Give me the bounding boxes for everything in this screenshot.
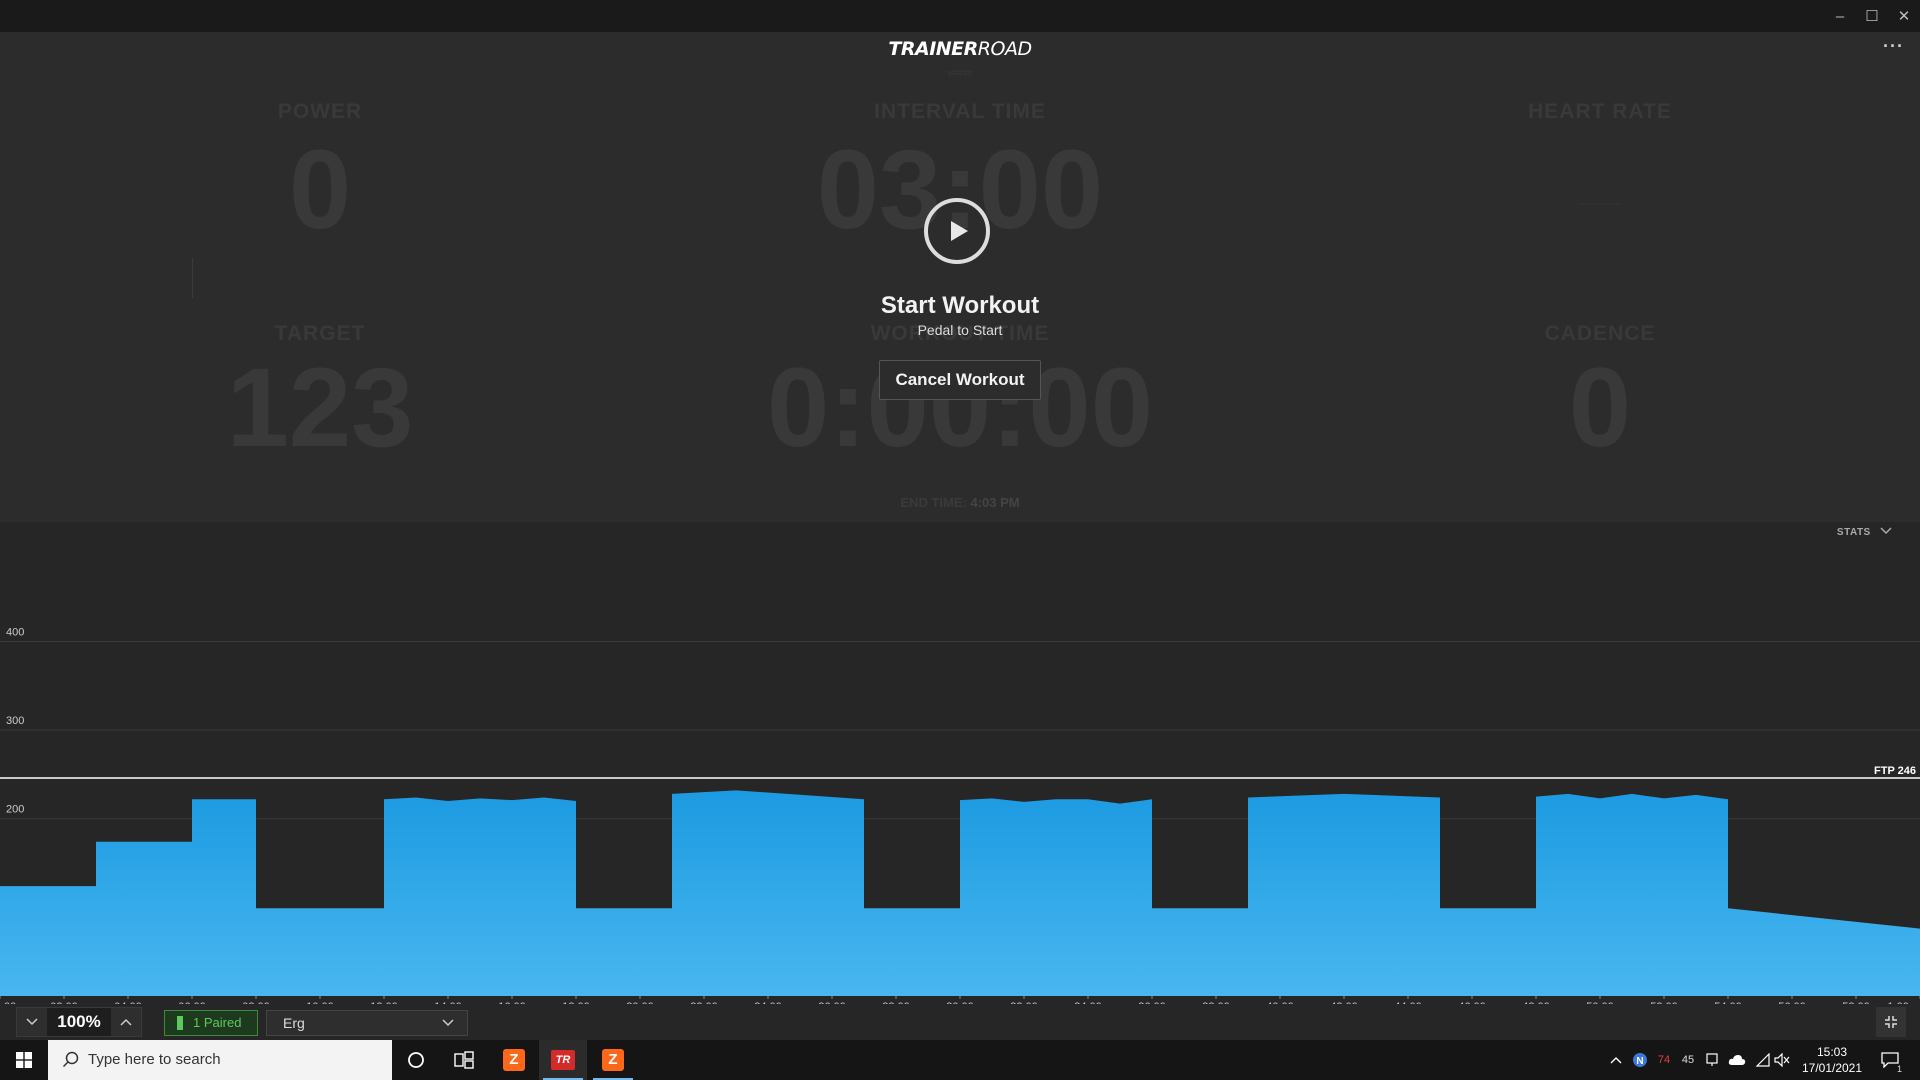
intensity-control: 100% <box>16 1007 142 1037</box>
start-button[interactable] <box>0 1040 48 1080</box>
task-view-button[interactable] <box>440 1040 488 1080</box>
workout-area-series <box>0 790 1920 996</box>
workout-profile-chart: 200300400 FTP 246 00:...02:0004:0006:000… <box>0 626 1920 1013</box>
search-placeholder: Type here to search <box>88 1051 221 1068</box>
zwift-launcher-button[interactable]: Z <box>589 1040 637 1080</box>
intensity-value: 100% <box>47 1008 111 1036</box>
windows-logo-icon <box>16 1052 32 1068</box>
taskbar: Type here to search Z TR Z N 74 45 15:03… <box>0 1040 1920 1080</box>
cortana-icon <box>408 1052 424 1068</box>
app-window: TRAINERROAD v#### ··· POWER 0 INTERVAL T… <box>0 32 1920 1072</box>
chevron-down-icon <box>26 1018 38 1026</box>
taskbar-search[interactable]: Type here to search <box>48 1040 392 1080</box>
collapse-view-button[interactable] <box>1876 1007 1906 1037</box>
window-titlebar: ‒ ☐ ✕ <box>0 0 1920 32</box>
stats-toggle[interactable]: STATS <box>1837 527 1892 538</box>
svg-text:N: N <box>1636 1056 1643 1067</box>
clock-date: 17/01/2021 <box>1801 1061 1863 1075</box>
ftp-label: FTP 246 <box>1874 765 1916 777</box>
zwift-icon: Z <box>602 1049 624 1071</box>
play-button[interactable] <box>924 198 990 264</box>
play-icon <box>951 221 968 241</box>
intensity-decrease-button[interactable] <box>17 1008 47 1036</box>
network-button[interactable] <box>1752 1040 1774 1080</box>
zwift-icon: Z <box>503 1049 525 1071</box>
chevron-down-icon <box>1880 527 1892 535</box>
notification-count: 1 <box>1896 1064 1902 1074</box>
minimize-button[interactable]: ‒ <box>1826 4 1854 28</box>
chevron-up-icon <box>1610 1057 1622 1064</box>
start-workout-title: Start Workout <box>880 292 1040 319</box>
zwift-app-button[interactable]: Z <box>490 1040 538 1080</box>
device-icon <box>1706 1053 1718 1066</box>
tray-temp[interactable]: 45 <box>1678 1040 1698 1080</box>
close-button[interactable]: ✕ <box>1890 4 1918 28</box>
tray-temp-red[interactable]: 74 <box>1654 1040 1674 1080</box>
paired-devices-button[interactable]: 1 Paired <box>164 1010 258 1036</box>
chevron-up-icon <box>120 1018 132 1026</box>
metrics-panel: TRAINERROAD v#### ··· POWER 0 INTERVAL T… <box>0 32 1920 522</box>
mode-select[interactable]: Erg <box>266 1010 468 1036</box>
onedrive-button[interactable] <box>1726 1040 1748 1080</box>
tray-app-icon[interactable]: N <box>1630 1040 1650 1080</box>
system-clock[interactable]: 15:03 17/01/2021 <box>1788 1044 1876 1076</box>
maximize-button[interactable]: ☐ <box>1858 4 1886 28</box>
paired-label: 1 Paired <box>193 1015 242 1030</box>
chevron-down-icon <box>442 1019 454 1027</box>
y-tick-label: 300 <box>6 715 24 727</box>
mode-value: Erg <box>283 1015 305 1031</box>
intensity-increase-button[interactable] <box>111 1008 141 1036</box>
trainerroad-app-button[interactable]: TR <box>539 1040 587 1080</box>
workout-chart: 200300400 FTP 246 00:...02:0004:0006:000… <box>0 544 1920 1013</box>
start-workout-overlay: Start Workout Pedal to Start Cancel Work… <box>0 32 1920 522</box>
collapse-icon <box>1885 1016 1897 1028</box>
wifi-icon <box>1755 1053 1770 1067</box>
task-view-icon <box>454 1051 474 1069</box>
trainerroad-icon: TR <box>551 1050 575 1070</box>
notifications-button[interactable]: 1 <box>1876 1040 1904 1080</box>
n-app-icon: N <box>1633 1053 1647 1067</box>
show-hidden-icons-button[interactable] <box>1606 1040 1626 1080</box>
device-icon <box>177 1016 183 1030</box>
pedal-to-start-text: Pedal to Start <box>917 322 1003 338</box>
clock-time: 15:03 <box>1816 1045 1848 1059</box>
cloud-icon <box>1728 1055 1746 1065</box>
tray-device-icon[interactable] <box>1702 1040 1722 1080</box>
y-tick-label: 400 <box>6 626 24 638</box>
cortana-button[interactable] <box>392 1040 440 1080</box>
panel-divider <box>0 522 1920 1028</box>
search-icon <box>62 1051 79 1068</box>
y-tick-label: 200 <box>6 804 24 816</box>
cancel-workout-button[interactable]: Cancel Workout <box>879 360 1041 400</box>
